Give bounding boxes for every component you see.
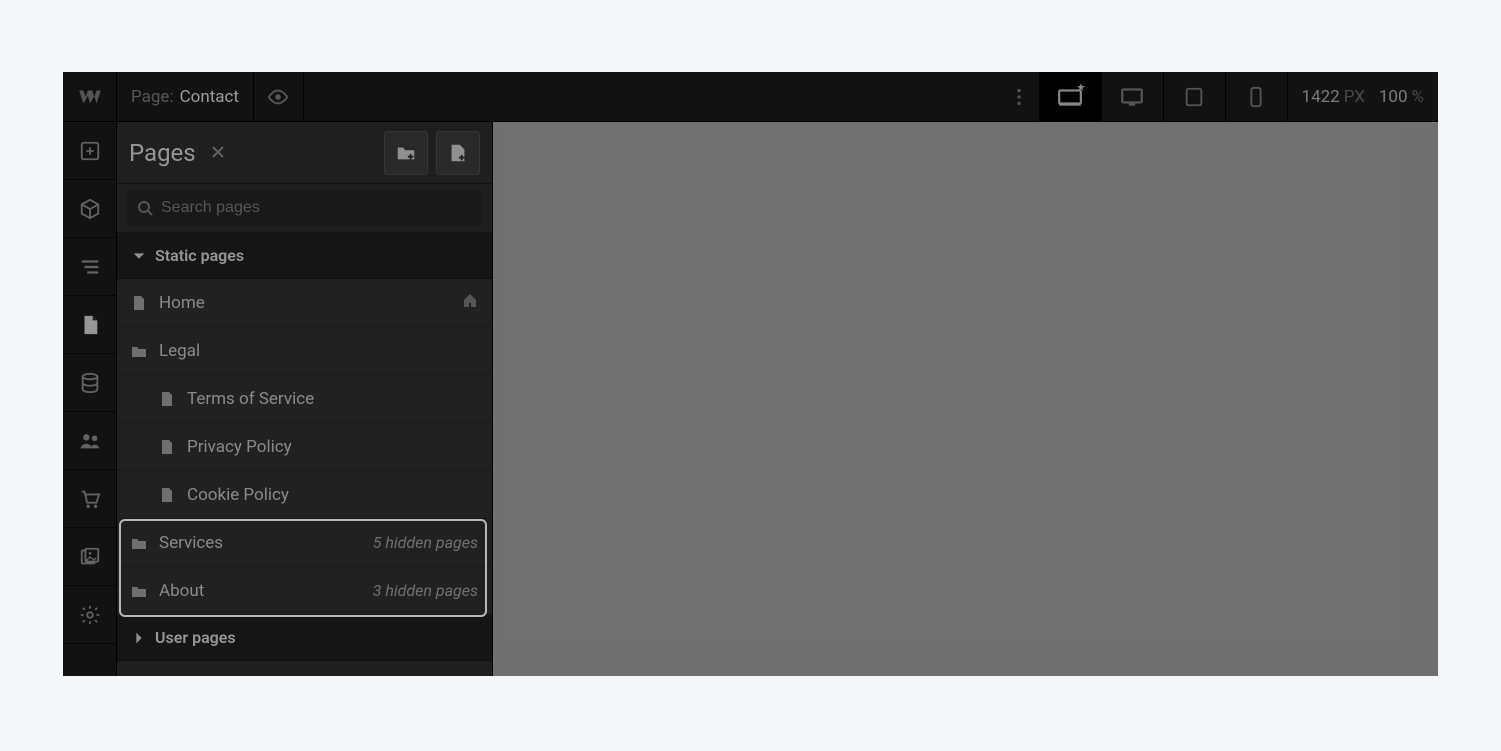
more-vertical-icon	[1008, 86, 1030, 108]
page-item-home[interactable]: Home	[117, 279, 492, 327]
breakpoint-desktop[interactable]	[1039, 72, 1101, 121]
folder-icon	[131, 583, 147, 599]
new-page-button[interactable]	[436, 131, 480, 175]
home-badge	[462, 292, 478, 313]
phone-icon	[1245, 86, 1267, 108]
top-bar: Page: Contact	[63, 72, 1438, 122]
preview-toggle[interactable]	[254, 72, 304, 121]
folder-icon	[131, 343, 147, 359]
panel-close[interactable]	[210, 141, 226, 165]
gear-icon	[79, 604, 101, 626]
top-bar-left: Page: Contact	[63, 72, 304, 121]
page-label: Privacy Policy	[187, 437, 292, 457]
rail-cms[interactable]	[63, 354, 116, 412]
pages-tree: Static pages Home Legal Terms of Service	[117, 233, 492, 676]
section-label: Static pages	[155, 246, 244, 265]
panel-title: Pages	[129, 139, 196, 167]
navigator-icon	[79, 256, 101, 278]
section-user-pages[interactable]: User pages	[117, 615, 492, 661]
folder-icon	[131, 535, 147, 551]
folder-label: Legal	[159, 341, 200, 361]
page-indicator[interactable]: Page: Contact	[117, 72, 254, 121]
breakpoint-laptop[interactable]	[1101, 72, 1163, 121]
breakpoint-phone[interactable]	[1225, 72, 1287, 121]
breakpoint-tablet[interactable]	[1163, 72, 1225, 121]
current-page-name: Contact	[180, 87, 239, 107]
webflow-logo[interactable]	[63, 72, 117, 121]
eye-icon	[267, 86, 289, 108]
rail-assets[interactable]	[63, 528, 116, 586]
caret-right-icon	[131, 630, 147, 646]
page-label: Terms of Service	[187, 389, 314, 409]
page-prefix: Page:	[131, 87, 174, 107]
laptop-icon	[1119, 84, 1145, 110]
search-row	[117, 184, 492, 233]
search-icon	[137, 200, 153, 216]
viewport-zoom: 100	[1379, 87, 1408, 107]
cart-icon	[79, 488, 101, 510]
design-canvas[interactable]	[493, 122, 1438, 676]
page-item-tos[interactable]: Terms of Service	[117, 375, 492, 423]
viewport-zoom-unit: %	[1412, 87, 1424, 107]
left-rail	[63, 122, 117, 676]
rail-settings[interactable]	[63, 586, 116, 644]
rail-navigator[interactable]	[63, 238, 116, 296]
page-icon	[159, 391, 175, 407]
pages-panel: Pages	[117, 122, 493, 676]
rail-pages[interactable]	[63, 296, 116, 354]
caret-down-icon	[131, 248, 147, 264]
plus-icon	[79, 140, 101, 162]
main-body: Pages	[63, 122, 1438, 676]
hidden-count: 3 hidden pages	[373, 581, 478, 600]
page-label: Home	[159, 293, 205, 313]
users-icon	[79, 430, 101, 452]
folder-label: Services	[159, 533, 223, 553]
page-icon	[131, 295, 147, 311]
pages-icon	[79, 314, 101, 336]
panel-header: Pages	[117, 122, 492, 184]
more-menu[interactable]	[999, 72, 1039, 121]
home-icon	[462, 292, 478, 308]
page-item-privacy[interactable]: Privacy Policy	[117, 423, 492, 471]
top-bar-right: 1422 PX 100 %	[999, 72, 1438, 121]
section-label: User pages	[155, 628, 236, 647]
webflow-logo-icon	[77, 84, 103, 110]
new-folder-icon	[395, 142, 417, 164]
new-page-icon	[447, 142, 469, 164]
rail-ecommerce[interactable]	[63, 470, 116, 528]
designer-app: Page: Contact	[63, 72, 1438, 676]
hidden-count: 5 hidden pages	[373, 533, 478, 552]
rail-add[interactable]	[63, 122, 116, 180]
viewport-width-unit: PX	[1344, 87, 1365, 107]
section-static-pages[interactable]: Static pages	[117, 233, 492, 279]
page-item-cookie[interactable]: Cookie Policy	[117, 471, 492, 519]
close-icon	[210, 144, 226, 160]
folder-item-services[interactable]: Services 5 hidden pages	[117, 519, 492, 567]
image-icon	[79, 546, 101, 568]
folder-label: About	[159, 581, 204, 601]
viewport-width: 1422	[1302, 87, 1340, 107]
page-label: Cookie Policy	[187, 485, 289, 505]
star-icon	[1076, 83, 1086, 93]
page-icon	[159, 487, 175, 503]
viewport-info: 1422 PX 100 %	[1287, 72, 1438, 121]
folder-item-legal[interactable]: Legal	[117, 327, 492, 375]
rail-users[interactable]	[63, 412, 116, 470]
search-box[interactable]	[127, 190, 482, 226]
folder-item-about[interactable]: About 3 hidden pages	[117, 567, 492, 615]
page-icon	[159, 439, 175, 455]
database-icon	[79, 372, 101, 394]
search-input[interactable]	[161, 199, 472, 217]
rail-components[interactable]	[63, 180, 116, 238]
tablet-icon	[1183, 86, 1205, 108]
box-icon	[79, 198, 101, 220]
new-folder-button[interactable]	[384, 131, 428, 175]
